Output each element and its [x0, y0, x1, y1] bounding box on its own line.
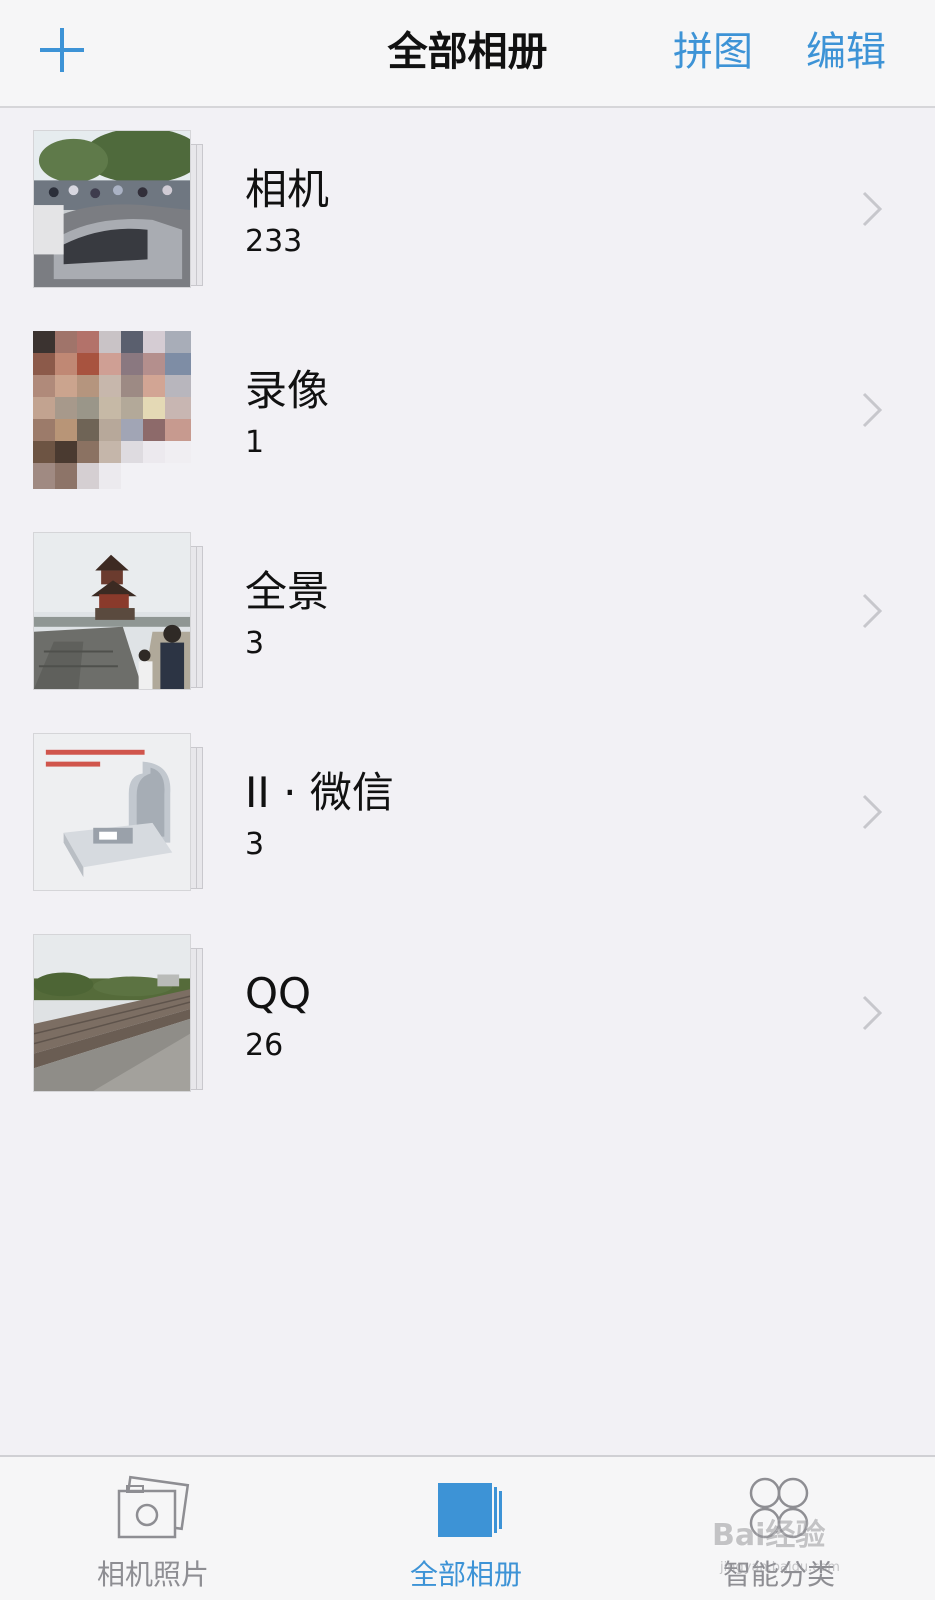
album-count: 1	[245, 425, 265, 460]
album-thumbnail-stack	[33, 130, 208, 292]
album-name: 相机	[245, 165, 330, 214]
album-list: 相机 233 录像 1 全景 3 II · 微信 3 QQ 26	[0, 110, 935, 1115]
album-name: QQ	[245, 969, 312, 1018]
album-name: II · 微信	[245, 768, 394, 817]
album-thumbnail	[33, 331, 191, 489]
tab-camera-photos[interactable]: 相机照片	[53, 1457, 253, 1600]
chevron-right-icon	[861, 190, 883, 228]
album-thumbnail	[33, 532, 191, 690]
album-row-qq[interactable]: QQ 26	[0, 914, 935, 1115]
watermark-logo: Bai经验 jingyan.baidu.com	[712, 1510, 887, 1582]
collage-button[interactable]: 拼图	[673, 24, 753, 80]
album-thumbnail	[33, 733, 191, 891]
album-thumbnail-stack	[33, 733, 208, 895]
album-row-camera[interactable]: 相机 233	[0, 110, 935, 311]
navigation-bar: 全部相册 拼图 编辑	[0, 0, 935, 108]
album-count: 3	[245, 827, 265, 862]
album-count: 233	[245, 224, 303, 259]
watermark-brand: Bai经验	[712, 1518, 826, 1553]
album-count: 26	[245, 1028, 284, 1063]
album-row-video[interactable]: 录像 1	[0, 311, 935, 512]
chevron-right-icon	[861, 793, 883, 831]
album-name: 录像	[245, 366, 330, 415]
tab-all-albums[interactable]: 全部相册	[366, 1457, 566, 1600]
chevron-right-icon	[861, 391, 883, 429]
edit-button[interactable]: 编辑	[806, 24, 886, 80]
album-thumbnail	[33, 130, 191, 288]
watermark-url: jingyan.baidu.com	[720, 1560, 840, 1575]
album-name: 全景	[245, 567, 330, 616]
album-thumbnail-stack	[33, 532, 208, 694]
album-thumbnail-stack	[33, 934, 208, 1096]
chevron-right-icon	[861, 592, 883, 630]
tab-label: 相机照片	[96, 1558, 209, 1591]
album-thumbnail	[33, 934, 191, 1092]
album-row-wechat[interactable]: II · 微信 3	[0, 713, 935, 914]
album-count: 3	[245, 626, 265, 661]
chevron-right-icon	[861, 994, 883, 1032]
page-title: 全部相册	[387, 29, 548, 75]
albums-icon	[426, 1475, 506, 1545]
album-row-panorama[interactable]: 全景 3	[0, 512, 935, 713]
camera-photos-icon	[113, 1475, 193, 1545]
tab-label: 全部相册	[409, 1558, 522, 1591]
album-thumbnail-stack	[33, 331, 208, 493]
